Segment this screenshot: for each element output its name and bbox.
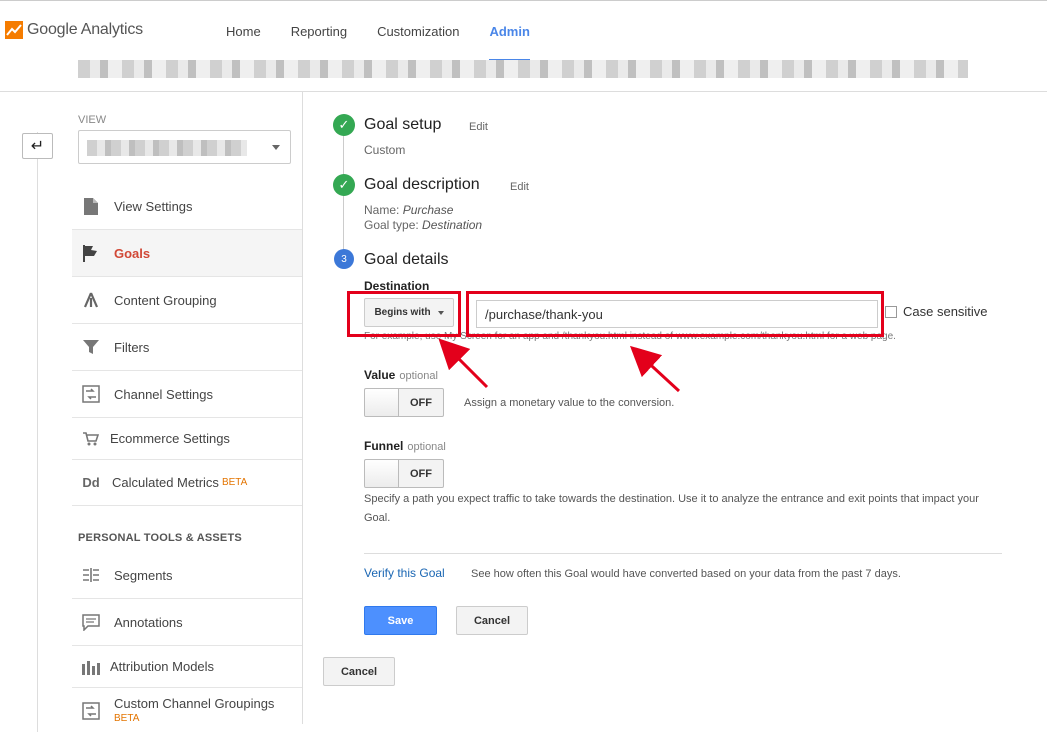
section-title-personal-tools: PERSONAL TOOLS & ASSETS <box>78 532 242 544</box>
divider <box>364 553 1002 554</box>
step-number-badge: 3 <box>334 249 354 269</box>
value-toggle-state: OFF <box>410 396 432 409</box>
document-icon <box>80 197 102 215</box>
nav-customization[interactable]: Customization <box>362 1 474 61</box>
toggle-knob <box>365 460 399 487</box>
analytics-logo-icon <box>5 21 23 39</box>
step-connector-line <box>343 132 344 262</box>
verify-goal-link[interactable]: Verify this Goal <box>364 566 445 580</box>
funnel-toggle-state: OFF <box>410 467 432 480</box>
back-arrow-icon: ↵ <box>30 138 45 155</box>
custom-channel-groupings-text: Custom Channel Groupings BETA <box>114 696 275 724</box>
funnel-description: Specify a path you expect traffic to tak… <box>364 493 979 524</box>
case-sensitive-checkbox[interactable] <box>885 306 897 318</box>
filter-icon <box>80 339 102 355</box>
value-toggle[interactable]: OFF <box>364 388 444 417</box>
check-icon: ✓ <box>333 174 355 196</box>
funnel-toggle[interactable]: OFF <box>364 459 444 488</box>
goal-name-value: Purchase <box>402 203 454 217</box>
admin-sidebar: ↵ VIEW View Settings Goals Content Group… <box>0 92 303 732</box>
beta-badge: BETA <box>221 477 248 488</box>
sidebar-item-attribution-models[interactable]: Attribution Models <box>72 646 302 688</box>
view-selector[interactable] <box>78 130 291 164</box>
sidebar-item-view-settings[interactable]: View Settings <box>72 183 302 230</box>
channel-grouping-icon <box>80 702 102 720</box>
value-optional-label: optional <box>399 370 438 382</box>
outer-cancel-button[interactable]: Cancel <box>323 657 395 686</box>
goal-details-title: Goal details <box>364 251 449 268</box>
funnel-optional-label: optional <box>407 441 446 453</box>
logo-text: Google Analytics <box>27 21 143 38</box>
verify-goal-description: See how often this Goal would have conve… <box>471 568 901 580</box>
goal-description-title: Goal description <box>364 176 480 193</box>
value-label: Value optional <box>364 368 438 382</box>
top-bar: Google Analytics Home Reporting Customiz… <box>0 0 1047 61</box>
goal-setup-value: Custom <box>364 143 406 157</box>
beta-badge: BETA <box>114 713 140 724</box>
grouping-icon <box>80 292 102 308</box>
goal-setup-edit-link[interactable]: Edit <box>469 121 488 133</box>
toggle-knob <box>365 389 399 416</box>
check-icon: ✓ <box>333 114 355 136</box>
back-button[interactable]: ↵ <box>22 133 53 159</box>
cancel-button[interactable]: Cancel <box>456 606 528 635</box>
goal-name-line: Name: Purchase <box>364 203 454 217</box>
bar-chart-icon <box>80 659 102 675</box>
dd-icon: Dd <box>82 475 100 490</box>
nav-home[interactable]: Home <box>211 1 276 61</box>
redacted-view-name <box>87 140 247 156</box>
nav-reporting[interactable]: Reporting <box>276 1 362 61</box>
value-description: Assign a monetary value to the conversio… <box>464 397 675 409</box>
sidebar-guide-line <box>37 132 38 732</box>
funnel-label: Funnel optional <box>364 439 446 453</box>
destination-input[interactable] <box>476 300 878 328</box>
case-sensitive-label: Case sensitive <box>903 304 988 319</box>
nav-admin[interactable]: Admin <box>474 1 544 61</box>
goal-type-line: Goal type: Destination <box>364 218 483 232</box>
match-type-dropdown[interactable]: Begins with <box>364 298 454 327</box>
goal-setup-title: Goal setup <box>364 116 442 133</box>
flag-icon <box>80 244 102 262</box>
channel-icon <box>80 385 102 403</box>
sidebar-item-calculated-metrics[interactable]: Dd Calculated Metrics BETA <box>72 460 302 506</box>
sidebar-item-content-grouping[interactable]: Content Grouping <box>72 277 302 324</box>
logo[interactable]: Google Analytics <box>5 21 143 39</box>
sidebar-item-annotations[interactable]: Annotations <box>72 599 302 646</box>
chevron-down-icon <box>437 310 444 315</box>
segments-icon <box>80 567 102 583</box>
chevron-down-icon <box>272 145 280 150</box>
view-label: VIEW <box>78 114 107 126</box>
save-button[interactable]: Save <box>364 606 437 635</box>
sidebar-item-channel-settings[interactable]: Channel Settings <box>72 371 302 418</box>
sidebar-item-filters[interactable]: Filters <box>72 324 302 371</box>
annotation-icon <box>80 613 102 631</box>
account-breadcrumb-bar <box>0 60 1047 92</box>
main-nav: Home Reporting Customization Admin <box>211 1 545 61</box>
goal-type-value: Destination <box>422 218 483 232</box>
sidebar-item-goals[interactable]: Goals <box>72 230 302 277</box>
sidebar-item-ecommerce-settings[interactable]: Ecommerce Settings <box>72 418 302 460</box>
redacted-account-info <box>78 60 968 78</box>
destination-label: Destination <box>364 279 430 293</box>
goal-description-edit-link[interactable]: Edit <box>510 181 529 193</box>
sidebar-item-custom-channel-groupings[interactable]: Custom Channel Groupings BETA <box>72 688 302 728</box>
cart-icon <box>80 431 102 446</box>
destination-help-text: For example, use My Screen for an app an… <box>364 331 896 342</box>
goal-editor: ✓ Goal setup Edit Custom ✓ Goal descript… <box>303 92 1047 724</box>
sidebar-item-segments[interactable]: Segments <box>72 552 302 599</box>
